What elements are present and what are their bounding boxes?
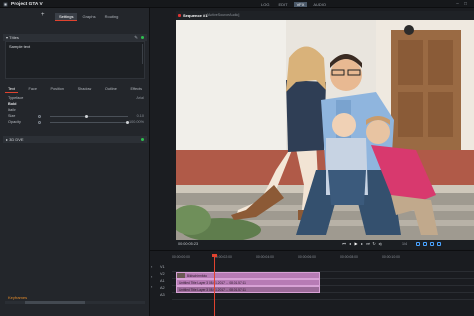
keyframe-scrollbar[interactable]	[5, 301, 145, 304]
family-photo	[176, 20, 474, 240]
overlay-icon[interactable]	[423, 242, 427, 246]
tab-face[interactable]: Face	[26, 86, 40, 93]
title-bar: Project GTA V LOG EDIT VFX AUDIO – □	[0, 0, 474, 8]
maximize-icon[interactable]: □	[463, 1, 468, 6]
mode-tab-log[interactable]: LOG	[258, 2, 272, 7]
settings-icon[interactable]	[437, 242, 441, 246]
titles-section-header[interactable]: ▾ TItles ✎	[3, 34, 147, 41]
track-label-a1[interactable]: A1	[160, 279, 165, 283]
volume-icon[interactable]: ◂)	[377, 241, 383, 247]
transport-bar: 00:00:05:23 ⏮ ◂ ▶ ▸ ⏭ ↻ ◂) 1/4	[176, 240, 474, 249]
scrollbar-thumb[interactable]	[25, 301, 85, 304]
size-slider[interactable]	[50, 115, 128, 118]
tab-graphs[interactable]: Graphs	[78, 13, 99, 21]
viewer-timecode[interactable]: 00:00:05:23	[178, 242, 198, 246]
track-label-v1[interactable]: V1	[160, 265, 165, 269]
ruler-tick-label: 00:00:04:00	[256, 255, 274, 259]
safe-area-icon[interactable]	[416, 242, 420, 246]
settings-panel: + Settings Graphs Routing ▾ TItles ✎ Sam…	[0, 8, 150, 316]
link-icon[interactable]: ▪	[151, 284, 156, 289]
tab-routing[interactable]: Routing	[101, 13, 123, 21]
dve-section-label: 3D DVE	[9, 137, 24, 142]
title-text-value: Sample text	[9, 44, 31, 49]
viewer-frame-image[interactable]	[176, 20, 474, 240]
track-label-a3[interactable]: A3	[160, 293, 165, 297]
opacity-slider[interactable]	[50, 121, 129, 124]
title-text-editor[interactable]: Sample text	[5, 41, 145, 79]
add-effect-button[interactable]: +	[41, 12, 45, 18]
clip-label: Untitled Title Layer 3 08.01.2017 ... 08…	[179, 288, 246, 292]
size-label: Size	[8, 114, 16, 118]
record-indicator-icon	[178, 14, 181, 17]
timeline-clip-video[interactable]: Bildschirmfoto	[176, 272, 320, 279]
size-slider-thumb[interactable]	[85, 115, 88, 118]
snap-icon[interactable]: ▪	[151, 274, 156, 279]
fullscreen-icon[interactable]	[430, 242, 434, 246]
mode-tab-audio[interactable]: AUDIO	[310, 2, 329, 7]
tab-effects[interactable]: Effects	[127, 86, 145, 93]
timeline-clip-title[interactable]: Untitled Title Layer 3 08.01.2017 ... 08…	[176, 279, 320, 286]
playhead[interactable]	[214, 256, 215, 316]
opacity-keyframe-icon[interactable]	[38, 121, 41, 124]
opacity-row: Opacity 100.00%	[8, 120, 144, 126]
mode-tab-edit[interactable]: EDIT	[275, 2, 290, 7]
track-label-v2[interactable]: V2	[160, 272, 165, 276]
ruler-tick-label: 00:00:00:00	[172, 255, 190, 259]
transport-controls: ⏮ ◂ ▶ ▸ ⏭ ↻ ◂)	[341, 241, 383, 247]
enabled-indicator-icon[interactable]	[141, 36, 144, 39]
italic-label[interactable]: Italic	[8, 108, 16, 112]
opacity-value[interactable]: 100.00%	[129, 120, 144, 124]
timeline-clip-audio[interactable]: Untitled Title Layer 3 08.01.2017 ... 08…	[176, 286, 320, 293]
opacity-label: Opacity	[8, 120, 21, 124]
viewer-header: Sequence #1 [ActiveSourceAudio]	[176, 11, 474, 20]
mode-tabs: LOG EDIT VFX AUDIO	[258, 1, 332, 7]
tab-outline[interactable]: Outline	[102, 86, 120, 93]
timeline-ruler[interactable]: 00:00:00:00 00:00:02:00 00:00:04:00 00:0…	[172, 255, 474, 261]
tab-text[interactable]: Text	[5, 86, 18, 93]
track-label-a2[interactable]: A2	[160, 286, 165, 290]
ruler-tick-label: 00:00:06:00	[298, 255, 316, 259]
size-keyframe-icon[interactable]	[38, 115, 41, 118]
sequence-name: Sequence #1	[183, 13, 208, 18]
tab-settings[interactable]: Settings	[55, 13, 78, 21]
app-logo-icon	[3, 2, 8, 6]
clip-label: Untitled Title Layer 3 08.01.2017 ... 08…	[179, 281, 246, 285]
bold-label[interactable]: Bold	[8, 102, 16, 106]
playback-rate[interactable]: 1/4	[402, 242, 407, 246]
panel-tab-bar: + Settings Graphs Routing	[0, 12, 150, 22]
titles-section-label: TItles	[9, 35, 19, 40]
sequence-source: [ActiveSourceAudio]	[207, 13, 240, 17]
project-title: Project GTA V	[11, 1, 43, 7]
pen-icon[interactable]: ✎	[134, 34, 138, 41]
keyframes-label[interactable]: Keyframes	[8, 295, 27, 300]
ruler-tick-label: 00:00:08:00	[340, 255, 358, 259]
mode-tab-vfx[interactable]: VFX	[293, 1, 308, 7]
tab-position[interactable]: Position	[48, 86, 68, 93]
dve-enabled-indicator-icon[interactable]	[141, 138, 144, 141]
minimize-icon[interactable]: –	[455, 1, 460, 6]
lock-icon[interactable]: ▪	[151, 264, 156, 269]
typeface-select[interactable]: Arial	[136, 96, 144, 100]
text-scrollbar[interactable]	[141, 44, 143, 64]
typeface-label: Typeface	[8, 96, 24, 100]
tab-shadow[interactable]: Shadow	[75, 86, 95, 93]
text-style-tabs: Text Face Position Shadow Outline Effect…	[5, 86, 145, 93]
ruler-tick-label: 00:00:10:00	[382, 255, 400, 259]
track-divider	[172, 299, 474, 300]
timeline-tools: ▪ ▪ ▪	[150, 258, 158, 316]
size-value[interactable]: 0.10	[137, 114, 144, 118]
dve-section-header[interactable]: ▸ 3D DVE	[3, 136, 147, 143]
